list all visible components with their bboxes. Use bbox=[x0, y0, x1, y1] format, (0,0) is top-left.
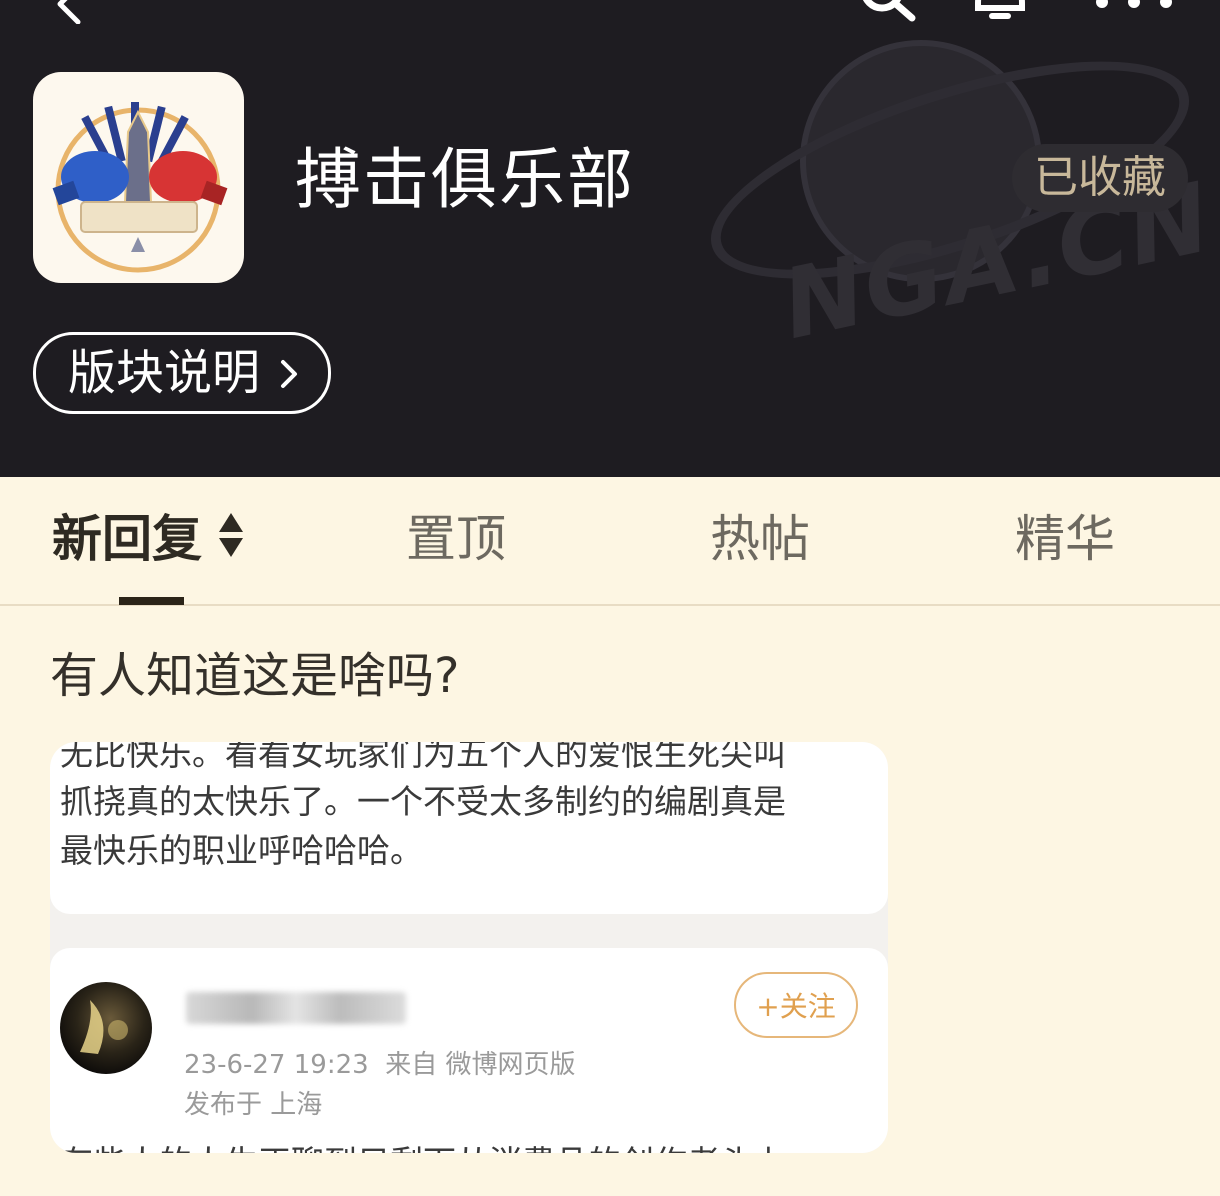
forum-intro-button[interactable]: 版块说明 bbox=[33, 332, 331, 414]
forum-title: 搏击俱乐部 bbox=[295, 141, 635, 218]
sort-icon[interactable] bbox=[218, 511, 244, 559]
screenshot-text-line: 最快乐的职业呼哈哈哈。 bbox=[60, 831, 423, 870]
post-timestamp: 23-6-27 19:23 来自 微博网页版 bbox=[184, 1044, 575, 1081]
avatar bbox=[60, 982, 152, 1074]
chevron-right-icon bbox=[281, 360, 297, 388]
screenshot-weibo-card: +关注 23-6-27 19:23 来自 微博网页版 发布于 上海 有些人的人生… bbox=[50, 948, 888, 1153]
active-tab-indicator bbox=[119, 597, 184, 605]
timestamp: 23-6-27 19:23 bbox=[184, 1050, 369, 1080]
favorite-button[interactable]: 已收藏 bbox=[1012, 144, 1188, 212]
post-image[interactable]: 无比快乐。看看女玩家们为五个人的爱恨生死尖叫 抓挠真的太快乐了。一个不受太多制约… bbox=[50, 742, 888, 1153]
source: 来自 微博网页版 bbox=[385, 1050, 576, 1080]
blurred-username bbox=[186, 992, 406, 1024]
forum-header: NGA.CN 搏击俱乐部 已收藏 版块说明 bbox=[0, 0, 1220, 477]
tab-featured[interactable]: 精华 bbox=[1015, 507, 1115, 571]
post-title[interactable]: 有人知道这是啥吗? bbox=[50, 644, 459, 708]
screenshot-cut-text: 有些人的人生正聊到只剩下从消费品的创作者头上 bbox=[60, 1136, 786, 1153]
search-icon[interactable] bbox=[858, 0, 918, 24]
back-arrow-icon[interactable] bbox=[50, 0, 90, 24]
screenshot-text-line: 抓挠真的太快乐了。一个不受太多制约的编剧真是 bbox=[60, 782, 786, 821]
forum-logo bbox=[33, 72, 244, 283]
tab-new-replies[interactable]: 新回复 bbox=[52, 507, 202, 571]
tab-bar: 新回复 置顶 热帖 精华 bbox=[0, 477, 1220, 606]
more-icon[interactable] bbox=[1088, 0, 1188, 24]
follow-button: +关注 bbox=[734, 972, 858, 1038]
screenshot-text-card: 无比快乐。看看女玩家们为五个人的爱恨生死尖叫 抓挠真的太快乐了。一个不受太多制约… bbox=[50, 742, 888, 914]
tab-hot[interactable]: 热帖 bbox=[710, 507, 810, 571]
forum-intro-label: 版块说明 bbox=[68, 345, 261, 401]
screenshot-text-line: 无比快乐。看看女玩家们为五个人的爱恨生死尖叫 bbox=[60, 742, 786, 773]
bell-icon[interactable] bbox=[968, 0, 1032, 24]
tab-pinned[interactable]: 置顶 bbox=[406, 507, 506, 571]
post-location: 发布于 上海 bbox=[184, 1090, 323, 1120]
